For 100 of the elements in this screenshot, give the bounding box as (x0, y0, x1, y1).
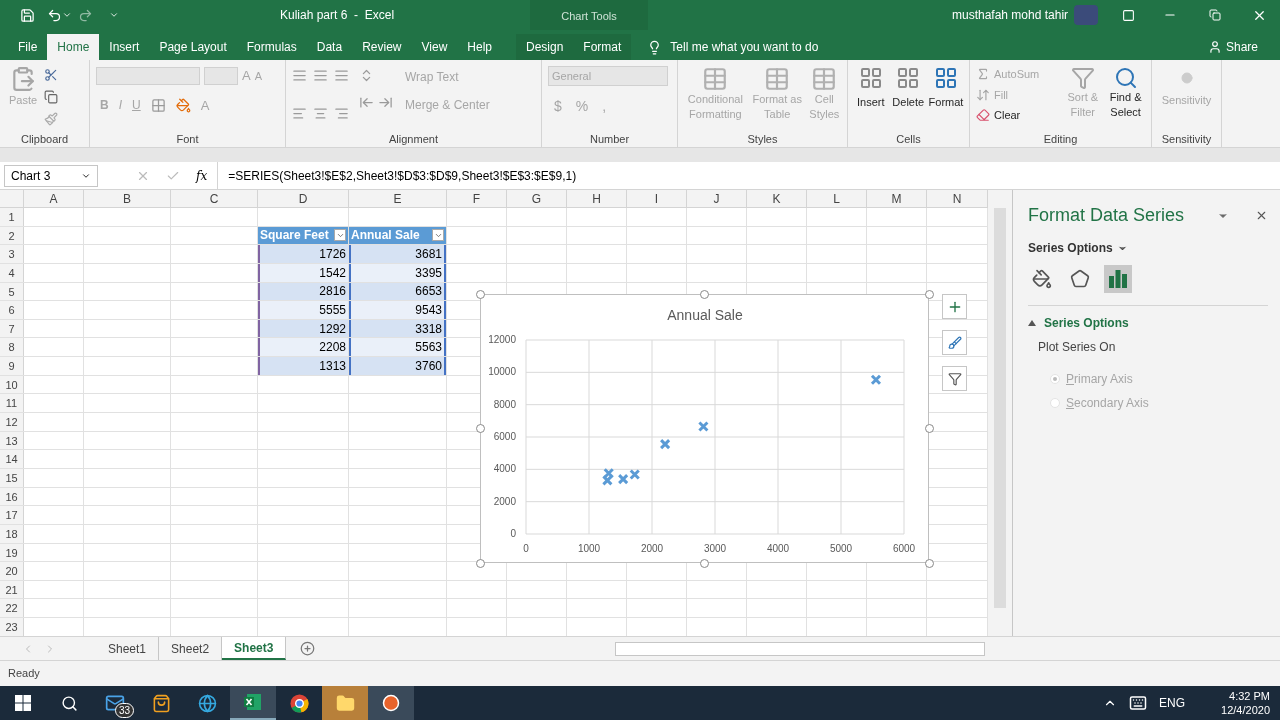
filter-dropdown-button[interactable] (432, 229, 444, 242)
copy-icon[interactable] (44, 90, 58, 104)
recorder-taskbar-button[interactable] (368, 686, 414, 720)
decrease-indent-icon[interactable] (359, 95, 374, 110)
align-center-icon[interactable] (313, 105, 328, 121)
language-indicator[interactable]: ENG (1159, 694, 1186, 712)
cells-button[interactable]: Format (929, 66, 963, 131)
row-header[interactable]: 3 (0, 245, 24, 263)
resize-handle[interactable] (700, 559, 709, 568)
formula-field[interactable]: =SERIES(Sheet3!$E$2,Sheet3!$D$3:$D$9,Sheet3!$E$3:$E$9,1) (217, 162, 1280, 189)
ribbon-tab[interactable]: Formulas (236, 34, 307, 60)
save-icon[interactable] (20, 7, 35, 23)
resize-handle[interactable] (476, 559, 485, 568)
excel-taskbar-button[interactable] (230, 686, 276, 720)
close-icon[interactable] (1255, 209, 1268, 222)
ribbon-tab[interactable]: Review (352, 34, 412, 60)
vertical-scrollbar[interactable] (988, 190, 1012, 636)
ribbon-display-icon[interactable] (1122, 8, 1135, 22)
format-painter-icon[interactable] (44, 112, 58, 126)
keyboard-icon[interactable] (1129, 694, 1148, 712)
ribbon-tab[interactable]: Design (516, 34, 574, 60)
row-header[interactable]: 8 (0, 338, 24, 357)
cells-button[interactable]: Insert (854, 66, 888, 131)
insert-function-button[interactable]: fx (196, 166, 208, 185)
cells-button[interactable]: Delete (891, 66, 925, 131)
row-header[interactable]: 14 (0, 450, 24, 468)
fill-color-icon[interactable] (175, 97, 191, 113)
editing-button[interactable]: Clear (976, 107, 1060, 124)
resize-handle[interactable] (476, 290, 485, 299)
ribbon-tab[interactable]: Format (573, 34, 632, 60)
series-options-dropdown[interactable]: Series Options (1028, 239, 1128, 257)
row-header[interactable]: 11 (0, 394, 24, 413)
filter-dropdown-button[interactable] (334, 229, 346, 242)
ribbon-tab[interactable]: Home (47, 34, 100, 60)
column-header[interactable]: E (349, 190, 447, 207)
ribbon-tab[interactable]: View (411, 34, 458, 60)
row-header[interactable]: 6 (0, 301, 24, 319)
ribbon-tab[interactable]: File (8, 34, 48, 60)
ribbon-tab[interactable]: Insert (99, 34, 150, 60)
resize-handle[interactable] (925, 424, 934, 433)
column-header[interactable]: H (567, 190, 627, 207)
column-header[interactable]: F (447, 190, 507, 207)
row-header[interactable]: 17 (0, 506, 24, 524)
axis-tick-label: 0 (510, 528, 516, 539)
customize-icon[interactable] (109, 10, 119, 20)
row-header[interactable]: 20 (0, 562, 24, 580)
middle-align-icon[interactable] (313, 68, 328, 83)
column-header[interactable]: M (867, 190, 927, 207)
column-header[interactable]: C (171, 190, 258, 207)
resize-handle[interactable] (476, 424, 485, 433)
sigma-icon (976, 67, 990, 82)
column-header[interactable]: J (687, 190, 747, 207)
column-header[interactable]: K (747, 190, 807, 207)
resize-handle[interactable] (700, 290, 709, 299)
font-size-field[interactable] (204, 66, 238, 85)
column-header[interactable]: A (24, 190, 84, 207)
restore-icon[interactable] (1209, 9, 1221, 21)
chart-elements-button[interactable] (942, 294, 967, 319)
column-header[interactable]: I (627, 190, 687, 207)
pane-tab[interactable] (1104, 265, 1132, 293)
column-header[interactable]: D (258, 190, 349, 207)
font-name-field[interactable] (96, 66, 200, 85)
increase-indent-icon[interactable] (378, 95, 393, 110)
clock-time[interactable]: 4:32 PM (1229, 689, 1270, 703)
expand-triangle-icon (1028, 320, 1036, 326)
editing-button[interactable]: Find & Select (1106, 66, 1145, 131)
cut-icon[interactable] (44, 68, 58, 82)
row-header[interactable]: 23 (0, 618, 24, 636)
column-header[interactable]: L (807, 190, 867, 207)
undo-icon[interactable] (47, 7, 62, 23)
group-label: Number (588, 132, 631, 147)
resize-handle[interactable] (925, 559, 934, 568)
clock-date[interactable]: 12/4/2020 (1221, 703, 1270, 717)
caret-icon[interactable] (62, 10, 72, 20)
bottom-align-icon[interactable] (334, 68, 349, 83)
share-button[interactable]: Share (1207, 38, 1258, 56)
borders-icon[interactable] (150, 97, 166, 113)
row-header[interactable]: 22 (0, 599, 24, 618)
name-box[interactable]: Chart 3 (4, 164, 98, 187)
row-header[interactable]: 1 (0, 208, 24, 226)
chart-filters-button[interactable] (942, 366, 967, 391)
mail-taskbar-button[interactable]: 33 (92, 686, 138, 720)
column-header[interactable]: G (507, 190, 567, 207)
row-header[interactable]: 9 (0, 357, 24, 375)
ribbon-tab[interactable]: Data (306, 34, 353, 60)
record-icon (382, 694, 400, 712)
align-right-icon[interactable] (334, 105, 349, 121)
sheet-tab[interactable]: Sheet3 (222, 637, 287, 660)
ribbon-tab[interactable]: Help (457, 34, 502, 60)
resize-handle[interactable] (925, 290, 934, 299)
horizontal-scrollbar[interactable] (615, 641, 986, 656)
tell-me-field[interactable]: Tell me what you want to do (670, 38, 819, 56)
row-header[interactable]: 12 (0, 413, 24, 431)
ribbon-tab[interactable]: Page Layout (149, 34, 237, 60)
top-align-icon[interactable] (292, 68, 307, 83)
new-sheet-icon[interactable] (300, 641, 316, 656)
align-left-icon[interactable] (292, 105, 307, 121)
section-header[interactable]: Series Options (1028, 314, 1129, 332)
chart-styles-button[interactable] (942, 330, 967, 355)
column-header[interactable]: B (84, 190, 171, 207)
